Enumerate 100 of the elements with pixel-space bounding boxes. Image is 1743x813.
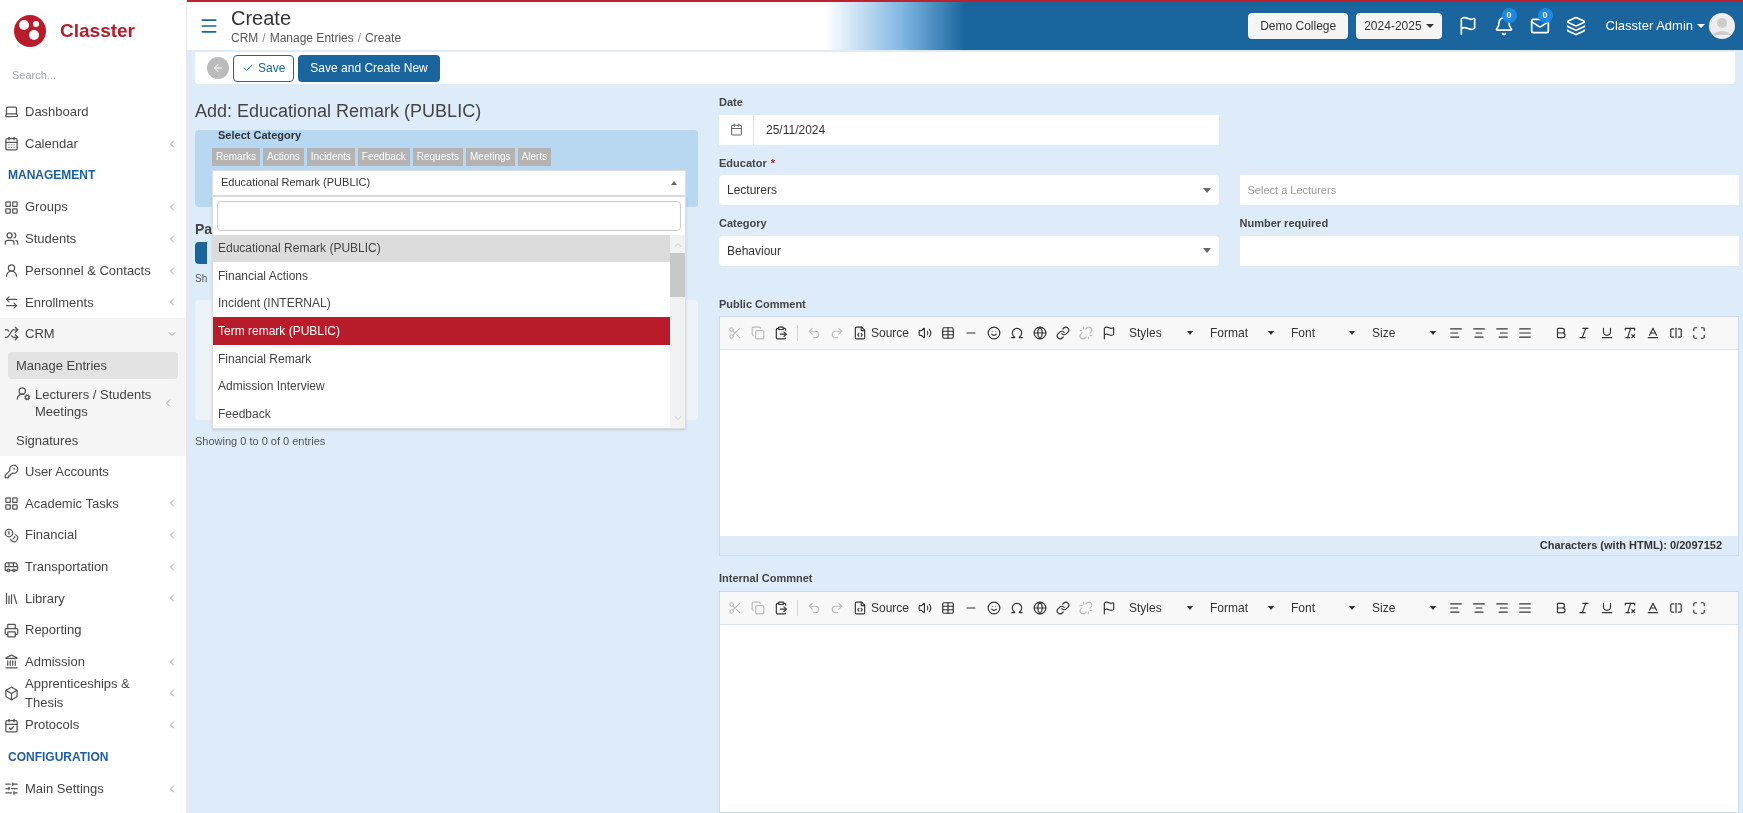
link-icon[interactable]	[1056, 326, 1071, 340]
table-icon[interactable]	[941, 326, 956, 340]
align-right-icon[interactable]	[1495, 600, 1510, 615]
check-icon	[242, 62, 254, 74]
breadcrumb-link[interactable]: Manage Entries	[269, 31, 354, 46]
number-field[interactable]	[1239, 235, 1739, 266]
italic-icon[interactable]	[1577, 326, 1592, 340]
nav-item[interactable]: User Accounts	[0, 455, 186, 488]
nav-item[interactable]: Apprenticeships & Thesis	[0, 677, 186, 710]
calendar-icon[interactable]	[729, 123, 743, 136]
nav-item[interactable]: Main Settings	[0, 773, 186, 805]
align-center-icon[interactable]	[1472, 600, 1487, 615]
flag-icon[interactable]	[1102, 326, 1117, 340]
dropdown-search-field[interactable]	[217, 200, 681, 231]
nav-subitem[interactable]: Signatures	[8, 426, 178, 454]
dropdown-option[interactable]: Term remark (PUBLIC)	[213, 317, 670, 345]
nav-item[interactable]: Library	[0, 582, 186, 615]
flag-icon[interactable]	[1102, 600, 1117, 615]
nav-subitem[interactable]: Manage Entries	[8, 351, 178, 379]
nav-item[interactable]: Protocols	[0, 709, 186, 741]
school-button[interactable]: Demo College	[1248, 13, 1349, 39]
nav-item[interactable]: Academic Tasks	[0, 487, 186, 520]
maximize-icon[interactable]	[1692, 600, 1707, 615]
align-left-icon[interactable]	[1449, 326, 1464, 340]
editor-dropdown[interactable]: Size	[1368, 598, 1441, 617]
category-select[interactable]: Behaviour	[719, 235, 1219, 266]
editor-dropdown[interactable]: Font	[1287, 598, 1360, 617]
save-and-create-new-button[interactable]: Save and Create New	[298, 54, 440, 82]
user-menu[interactable]: Classter Admin	[1605, 16, 1705, 36]
maximize-icon[interactable]	[1692, 326, 1707, 340]
align-justify-icon[interactable]	[1518, 600, 1533, 615]
nav-item[interactable]: Personnel & Contacts	[0, 254, 186, 287]
scrollbar-thumb[interactable]	[670, 252, 685, 297]
scrollbar[interactable]	[670, 234, 685, 428]
clear-format-icon[interactable]	[1623, 600, 1638, 615]
nav-item[interactable]: Enrollments	[0, 286, 186, 319]
bold-icon[interactable]	[1554, 600, 1569, 615]
editor-dropdown[interactable]: Styles	[1125, 324, 1198, 342]
bell-icon[interactable]	[1493, 16, 1514, 36]
underline-icon[interactable]	[1600, 600, 1615, 615]
nav-item[interactable]: Admission	[0, 645, 186, 678]
bold-icon[interactable]	[1554, 326, 1569, 340]
editor-dropdown[interactable]: Format	[1206, 324, 1279, 342]
lecturer-field[interactable]: Select a Lecturers	[1239, 175, 1739, 205]
nav-item[interactable]: Calendar	[0, 127, 186, 160]
clear-format-icon[interactable]	[1623, 326, 1638, 340]
background-color-icon[interactable]	[1669, 600, 1684, 615]
smiley-icon[interactable]	[987, 326, 1002, 340]
text-color-icon[interactable]	[1646, 326, 1661, 340]
table-icon[interactable]	[941, 600, 956, 615]
editor-dropdown[interactable]: Font	[1287, 324, 1360, 342]
nav-item[interactable]: Reporting	[0, 614, 186, 646]
layers-icon[interactable]	[1565, 16, 1586, 36]
link-icon[interactable]	[1056, 600, 1071, 615]
nav-item[interactable]: Students	[0, 223, 186, 255]
search-field[interactable]: Search...	[8, 62, 178, 88]
category-select[interactable]: Educational Remark (PUBLIC)	[212, 169, 686, 196]
dropdown-option[interactable]: Educational Remark (PUBLIC)	[213, 234, 670, 263]
dropdown-option[interactable]: Financial Remark	[213, 344, 670, 373]
align-right-icon[interactable]	[1495, 326, 1510, 340]
underline-icon[interactable]	[1600, 326, 1615, 340]
editor-dropdown[interactable]: Size	[1368, 324, 1441, 342]
dropdown-option[interactable]: Incident (INTERNAL)	[213, 289, 670, 318]
nav-item[interactable]: Dashboard	[0, 96, 186, 128]
nav-item[interactable]: Groups	[0, 191, 186, 224]
dropdown-option[interactable]: Feedback	[213, 400, 670, 428]
speaker-icon[interactable]	[918, 326, 933, 340]
bus-icon	[4, 559, 19, 575]
save-button[interactable]: Save	[233, 54, 295, 82]
align-left-icon[interactable]	[1449, 600, 1464, 615]
editor-dropdown[interactable]: Format	[1206, 598, 1279, 617]
omega-icon[interactable]	[1010, 326, 1025, 340]
source-button[interactable]: Source	[853, 324, 910, 342]
paste-icon[interactable]	[774, 326, 788, 340]
background-color-icon[interactable]	[1669, 326, 1684, 340]
breadcrumb-link[interactable]: CRM	[231, 31, 259, 46]
speaker-icon[interactable]	[918, 600, 933, 615]
editor-dropdown[interactable]: Styles	[1125, 598, 1198, 617]
year-dropdown[interactable]: 2024-2025	[1356, 13, 1442, 39]
source-button[interactable]: Source	[853, 598, 910, 617]
dropdown-option[interactable]: Admission Interview	[213, 372, 670, 401]
educator-select[interactable]: Lecturers	[719, 175, 1219, 205]
nav-item[interactable]: Financial	[0, 519, 186, 551]
add-button[interactable]	[195, 242, 207, 264]
italic-icon[interactable]	[1577, 600, 1592, 615]
mail-icon[interactable]	[1529, 16, 1550, 36]
nav-subitem[interactable]: Lecturers / Students Meetings	[8, 380, 178, 425]
omega-icon[interactable]	[1010, 600, 1025, 615]
text-color-icon[interactable]	[1646, 600, 1661, 615]
globe-icon[interactable]	[1033, 326, 1048, 340]
align-justify-icon[interactable]	[1518, 326, 1533, 340]
align-center-icon[interactable]	[1472, 326, 1487, 340]
menu-icon[interactable]	[199, 16, 219, 36]
nav-item[interactable]: Transportation	[0, 550, 186, 583]
paste-icon[interactable]	[774, 600, 788, 615]
cube-icon	[4, 685, 19, 701]
smiley-icon[interactable]	[987, 600, 1002, 615]
dropdown-option[interactable]: Financial Actions	[213, 262, 670, 290]
date-field[interactable]: 25/11/2024	[719, 114, 1219, 145]
globe-icon[interactable]	[1033, 600, 1048, 615]
